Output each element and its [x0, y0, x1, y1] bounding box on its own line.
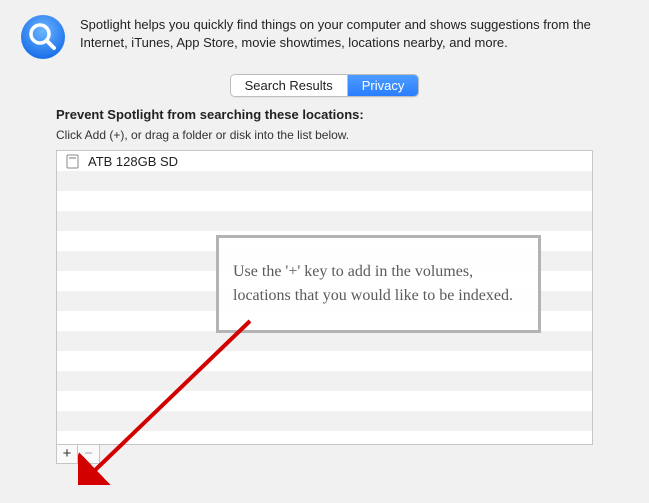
remove-button[interactable]: − — [78, 444, 100, 464]
tab-privacy[interactable]: Privacy — [347, 75, 419, 96]
tabs: Search Results Privacy — [0, 74, 649, 97]
section-subtitle: Click Add (+), or drag a folder or disk … — [56, 128, 593, 142]
add-button[interactable]: + — [56, 444, 78, 464]
table-row — [57, 191, 592, 211]
table-row — [57, 211, 592, 231]
list-item-label: ATB 128GB SD — [88, 154, 178, 169]
add-remove-controls: + − — [56, 444, 100, 464]
segmented-control: Search Results Privacy — [230, 74, 420, 97]
table-row — [57, 171, 592, 191]
table-row — [57, 411, 592, 431]
section-title: Prevent Spotlight from searching these l… — [56, 107, 593, 122]
spotlight-icon — [20, 14, 66, 60]
table-row — [57, 331, 592, 351]
table-row — [57, 371, 592, 391]
header-description: Spotlight helps you quickly find things … — [80, 14, 629, 51]
table-row — [57, 351, 592, 371]
list-item[interactable]: ATB 128GB SD — [57, 151, 592, 171]
annotation-callout: Use the '+' key to add in the volumes, l… — [216, 235, 541, 333]
tab-search-results[interactable]: Search Results — [231, 75, 347, 96]
disk-icon — [65, 154, 80, 169]
table-row — [57, 431, 592, 445]
header: Spotlight helps you quickly find things … — [0, 0, 649, 72]
table-row — [57, 391, 592, 411]
